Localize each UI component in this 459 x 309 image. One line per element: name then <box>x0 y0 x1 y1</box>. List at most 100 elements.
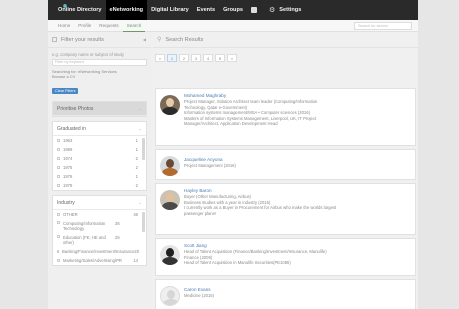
clear-filters-button[interactable]: Clear Filters <box>52 88 79 94</box>
prioritise-photos-section: Prioritise Photos ⌄ <box>52 101 147 117</box>
result-card[interactable]: Caron Evans Medicine (2015) <box>155 279 416 309</box>
pagination: « 1 2 3 4 5 » <box>153 48 418 62</box>
nav-online-directory[interactable]: Online Directory <box>54 0 106 20</box>
option-label: Banking/Finance/Investment/Insurance <box>62 249 135 254</box>
subnav-profile[interactable]: Profile <box>74 20 95 32</box>
prioritise-photos-label: Prioritise Photos <box>57 105 94 112</box>
alumni-search-input[interactable]: Search for alumni <box>354 22 412 30</box>
industry-header[interactable]: Industry ⌄ <box>53 196 146 210</box>
page-button[interactable]: 4 <box>203 54 213 62</box>
page-next-button[interactable]: » <box>227 54 237 62</box>
checkbox[interactable] <box>57 221 60 224</box>
avatar[interactable] <box>160 95 180 115</box>
option-label: Marketing/Sales/Advertising/PR <box>63 258 122 263</box>
graduated-option[interactable]: 1976 1 <box>53 172 146 181</box>
page-button[interactable]: 2 <box>179 54 189 62</box>
graduated-header[interactable]: Graduated in ⌄ <box>53 122 146 136</box>
chevron-down-icon: ⌄ <box>138 106 142 111</box>
subnav-home[interactable]: Home <box>54 20 74 32</box>
checkbox[interactable] <box>57 213 60 216</box>
chevron-down-icon: ⌄ <box>138 200 142 205</box>
result-card[interactable]: Hayley Baron Buyer (Other Manufacturing,… <box>155 183 416 235</box>
industry-option[interactable]: Banking/Finance/Investment/Insurance 20 <box>53 247 146 256</box>
page-prev-button[interactable]: « <box>155 54 165 62</box>
graduated-title: Graduated in <box>57 125 86 132</box>
option-label: Computing/Information Technology <box>63 221 106 231</box>
option-label: 1969 <box>63 147 73 152</box>
result-card[interactable]: Jacqueline Anyona Project Management (20… <box>155 149 416 180</box>
subnav-search[interactable]: Search <box>122 20 146 32</box>
checkbox[interactable] <box>57 175 60 178</box>
gear-icon[interactable]: ⚙ <box>261 6 275 14</box>
option-count: 1 <box>135 174 138 179</box>
chevron-left-icon[interactable]: ◀ <box>143 37 151 42</box>
messages-icon[interactable] <box>247 0 261 20</box>
option-label: 1975 <box>63 165 73 170</box>
searching-text: Searching for: eNetworking Services Brow… <box>48 66 151 79</box>
option-count: 2 <box>135 183 138 188</box>
browse-cv-link[interactable]: Browse a CV <box>52 74 147 79</box>
nav-enetworking[interactable]: eNetworking <box>105 0 148 20</box>
avatar[interactable] <box>160 190 180 210</box>
notification-badge: 1 <box>63 4 67 8</box>
sub-navigation: Home Profile Requests Search Search for … <box>48 20 418 32</box>
filter-header: Filter your results ◀ <box>48 32 151 48</box>
graduated-option[interactable]: 1975 2 <box>53 163 146 172</box>
results-panel: ⚲ Search Results « 1 2 3 4 5 » Mohamed M… <box>153 32 418 309</box>
chevron-down-icon: ⌄ <box>138 126 142 131</box>
subnav-requests[interactable]: Requests <box>95 20 122 32</box>
nav-groups[interactable]: Groups <box>219 0 247 20</box>
filter-title: Filter your results <box>61 36 104 43</box>
industry-scrollbar[interactable] <box>142 212 145 232</box>
industry-option[interactable]: OTHER 46 <box>53 210 146 219</box>
filter-icon <box>52 37 57 42</box>
checkbox[interactable] <box>57 250 59 253</box>
keyword-filter-input[interactable]: Filter by keyword <box>52 59 147 66</box>
result-line: Manager/Architect, Application Developme… <box>184 121 278 127</box>
checkbox[interactable] <box>57 235 60 238</box>
option-count: 2 <box>135 165 138 170</box>
industry-option[interactable]: Education (FE, HE and other) 25 <box>53 233 146 247</box>
option-label: 1976 <box>63 174 73 179</box>
checkbox[interactable] <box>57 148 60 151</box>
result-card[interactable]: Mohamed Maghraby Project Manager, Soluti… <box>155 88 416 146</box>
graduated-option[interactable]: 1963 1 <box>53 136 146 145</box>
industry-option[interactable]: Computing/Information Technology 36 <box>53 219 146 233</box>
page-button[interactable]: 5 <box>215 54 225 62</box>
result-line: Project Management (2016) <box>184 163 236 168</box>
avatar[interactable] <box>160 245 180 265</box>
result-line: passenger plane! <box>184 210 217 216</box>
app-window: Online Directory eNetworking Digital Lib… <box>48 0 418 309</box>
graduated-option[interactable]: 1974 2 <box>53 154 146 163</box>
graduated-option[interactable]: 1978 2 <box>53 181 146 190</box>
option-count: 14 <box>133 258 138 263</box>
avatar[interactable] <box>160 156 180 176</box>
industry-title: Industry <box>57 199 75 206</box>
checkbox[interactable] <box>57 259 60 262</box>
keyword-hint: e.g. company name or subject of study <box>52 52 124 57</box>
checkbox[interactable] <box>57 139 60 142</box>
result-line: Medicine (2015) <box>184 293 215 298</box>
page-button[interactable]: 1 <box>167 54 177 62</box>
graduated-option[interactable]: 1969 1 <box>53 145 146 154</box>
checkbox[interactable] <box>57 166 60 169</box>
nav-events[interactable]: Events <box>193 0 219 20</box>
option-count: 20 <box>134 249 140 254</box>
option-label: 1978 <box>63 183 73 188</box>
prioritise-photos-toggle[interactable]: Prioritise Photos ⌄ <box>53 102 146 116</box>
industry-section: Industry ⌄ OTHER 46 Computing/Information… <box>52 195 147 266</box>
industry-option[interactable]: Marketing/Sales/Advertising/PR 14 <box>53 256 146 265</box>
option-label: 1974 <box>63 156 73 161</box>
results-title: Search Results <box>165 36 204 43</box>
nav-settings[interactable]: Settings <box>275 0 305 20</box>
result-card[interactable]: Scott Jiang Head of Talent Acquisition (… <box>155 238 416 276</box>
graduated-scrollbar[interactable] <box>142 138 145 160</box>
search-icon: ⚲ <box>157 37 162 43</box>
option-count: 36 <box>115 221 120 226</box>
checkbox[interactable] <box>57 157 60 160</box>
checkbox[interactable] <box>57 184 60 187</box>
results-header: ⚲ Search Results <box>153 32 418 48</box>
avatar[interactable] <box>160 286 180 306</box>
nav-digital-library[interactable]: Digital Library <box>147 0 193 20</box>
page-button[interactable]: 3 <box>191 54 201 62</box>
